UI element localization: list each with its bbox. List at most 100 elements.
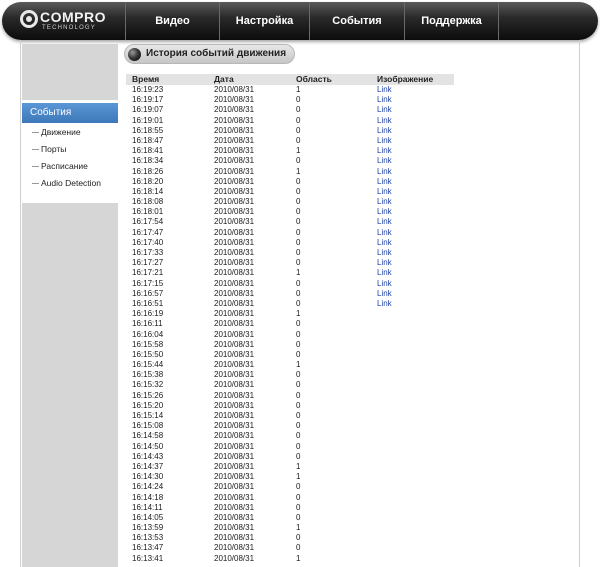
table-row: 16:19:23 2010/08/31 1 Link [126, 85, 466, 95]
frame-right-border [579, 40, 580, 567]
table-row: 16:15:38 2010/08/31 0 [126, 370, 466, 380]
cell-area: 0 [296, 512, 301, 522]
sidebar-item-label: Порты [41, 144, 67, 154]
cell-image-link[interactable]: Link [377, 126, 392, 136]
cell-date: 2010/08/31 [214, 512, 255, 522]
cell-date: 2010/08/31 [214, 482, 255, 492]
cell-time: 16:14:43 [132, 451, 164, 461]
table-row: 16:16:51 2010/08/31 0 Link [126, 299, 466, 309]
cell-date: 2010/08/31 [214, 176, 255, 186]
cell-area: 0 [296, 248, 301, 257]
cell-time: 16:14:50 [132, 441, 164, 451]
cell-time: 16:18:14 [132, 186, 164, 196]
cell-area: 0 [296, 217, 301, 227]
cell-image-link[interactable]: Link [377, 289, 392, 299]
table-row: 16:14:18 2010/08/31 0 [126, 493, 466, 503]
column-header-date: Дата [214, 74, 234, 84]
cell-image-link[interactable]: Link [377, 197, 392, 207]
table-header: Время Дата Область Изображение [126, 74, 454, 85]
sidebar-section-events[interactable]: События [22, 103, 118, 123]
cell-image-link[interactable]: Link [377, 85, 392, 95]
cell-time: 16:15:26 [132, 390, 164, 400]
cell-image-link[interactable]: Link [377, 156, 392, 166]
cell-date: 2010/08/31 [214, 339, 255, 349]
cell-time: 16:17:54 [132, 217, 164, 227]
table-row: 16:15:50 2010/08/31 0 [126, 350, 466, 360]
table-row: 16:18:34 2010/08/31 0 Link [126, 156, 466, 166]
table-row: 16:14:30 2010/08/31 1 [126, 472, 466, 482]
cell-image-link[interactable]: Link [377, 105, 392, 115]
cell-area: 0 [296, 207, 301, 217]
cell-time: 16:14:30 [132, 472, 164, 482]
table-row: 16:18:20 2010/08/31 0 Link [126, 177, 466, 187]
cell-time: 16:18:41 [132, 146, 164, 156]
column-header-image: Изображение [377, 74, 434, 84]
column-header-time: Время [132, 74, 160, 84]
cell-image-link[interactable]: Link [377, 116, 392, 126]
main-nav: Видео Настройка События Поддержка [125, 2, 499, 40]
cell-image-link[interactable]: Link [377, 268, 392, 278]
cell-image-link[interactable]: Link [377, 136, 392, 146]
table-row: 16:13:59 2010/08/31 1 [126, 523, 466, 533]
bullet-icon [128, 48, 141, 61]
page-title: История событий движения [146, 48, 287, 59]
cell-image-link[interactable]: Link [377, 207, 392, 217]
cell-date: 2010/08/31 [214, 217, 255, 227]
cell-date: 2010/08/31 [214, 421, 255, 431]
cell-area: 1 [296, 166, 301, 176]
cell-image-link[interactable]: Link [377, 167, 392, 177]
cell-area: 0 [296, 197, 301, 207]
cell-date: 2010/08/31 [214, 390, 255, 400]
cell-area: 0 [296, 482, 301, 492]
cell-time: 16:15:14 [132, 411, 164, 420]
nav-settings[interactable]: Настройка [219, 2, 309, 40]
cell-image-link[interactable]: Link [377, 146, 392, 156]
cell-time: 16:19:23 [132, 85, 164, 94]
cell-image-link[interactable]: Link [377, 187, 392, 197]
cell-area: 0 [296, 135, 301, 145]
table-row: 16:14:43 2010/08/31 0 [126, 452, 466, 462]
cell-time: 16:16:19 [132, 309, 164, 319]
table-row: 16:17:47 2010/08/31 0 Link [126, 228, 466, 238]
cell-area: 0 [296, 349, 301, 359]
table-row: 16:18:47 2010/08/31 0 Link [126, 136, 466, 146]
table-row: 16:19:01 2010/08/31 0 Link [126, 116, 466, 126]
cell-date: 2010/08/31 [214, 298, 255, 308]
cell-date: 2010/08/31 [214, 288, 255, 298]
cell-date: 2010/08/31 [214, 186, 255, 196]
cell-time: 16:17:15 [132, 278, 164, 288]
cell-image-link[interactable]: Link [377, 299, 392, 309]
cell-date: 2010/08/31 [214, 146, 255, 156]
cell-time: 16:18:55 [132, 125, 164, 135]
cell-image-link[interactable]: Link [377, 217, 392, 227]
cell-date: 2010/08/31 [214, 258, 255, 268]
cell-image-link[interactable]: Link [377, 238, 392, 248]
table-row: 16:17:54 2010/08/31 0 Link [126, 217, 466, 227]
logo-ring-icon [20, 10, 38, 28]
compro-logo[interactable]: COMPRO TECHNOLOGY [20, 9, 130, 35]
nav-support[interactable]: Поддержка [404, 2, 499, 40]
cell-area: 0 [296, 400, 301, 410]
cell-image-link[interactable]: Link [377, 228, 392, 238]
cell-time: 16:14:11 [132, 502, 163, 512]
cell-time: 16:13:53 [132, 533, 164, 543]
top-navigation-bar: COMPRO TECHNOLOGY Видео Настройка Событи… [2, 2, 598, 40]
cell-image-link[interactable]: Link [377, 279, 392, 289]
table-row: 16:19:17 2010/08/31 0 Link [126, 95, 466, 105]
cell-date: 2010/08/31 [214, 95, 255, 105]
cell-area: 0 [296, 411, 301, 420]
nav-video[interactable]: Видео [125, 2, 219, 40]
cell-area: 0 [296, 533, 301, 543]
cell-image-link[interactable]: Link [377, 177, 392, 187]
cell-date: 2010/08/31 [214, 360, 255, 370]
cell-time: 16:18:08 [132, 197, 164, 207]
cell-time: 16:16:04 [132, 329, 164, 339]
cell-image-link[interactable]: Link [377, 95, 392, 105]
cell-area: 0 [296, 237, 301, 247]
table-row: 16:19:07 2010/08/31 0 Link [126, 105, 466, 115]
cell-image-link[interactable]: Link [377, 258, 392, 268]
cell-date: 2010/08/31 [214, 278, 255, 288]
cell-image-link[interactable]: Link [377, 248, 392, 258]
nav-events[interactable]: События [309, 2, 404, 40]
cell-area: 1 [296, 360, 301, 370]
